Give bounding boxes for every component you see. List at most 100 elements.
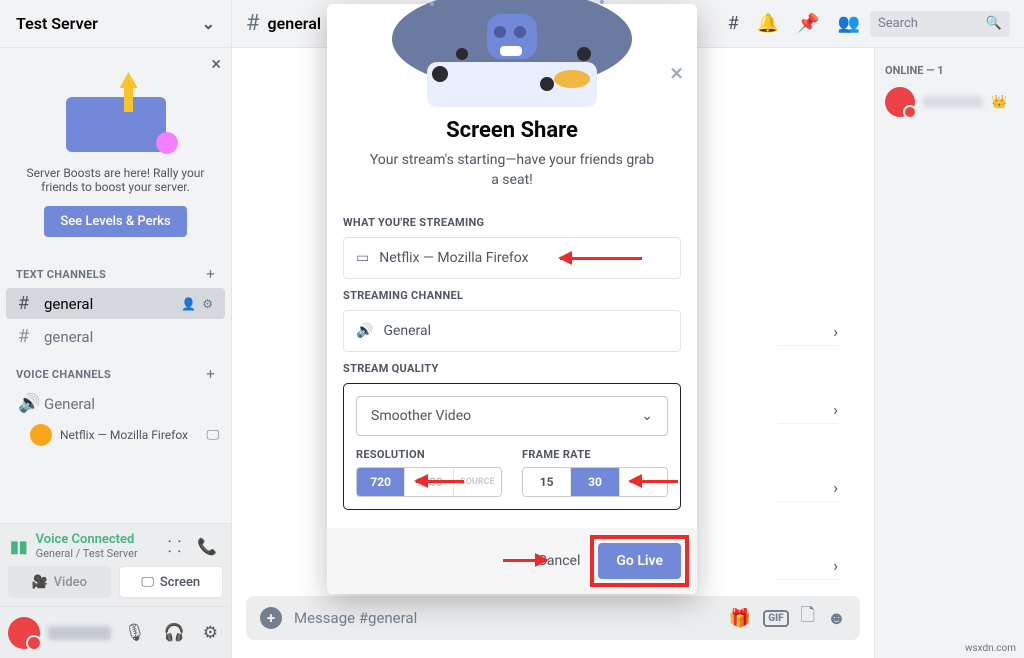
res-source[interactable]: SOURCE	[454, 468, 501, 496]
channel-general-1[interactable]: # general 👤 ⚙	[6, 288, 225, 319]
voice-channels-label: VOICE CHANNELS	[16, 368, 111, 381]
streaming-source-field[interactable]: ▭ Netflix — Mozilla Firefox	[343, 237, 681, 279]
voice-channels-header[interactable]: VOICE CHANNELS +	[0, 353, 231, 387]
search-placeholder: Search	[878, 16, 918, 31]
window-icon: ▭	[356, 250, 369, 266]
screen-share-modal: × Screen Share Your stream's starting—ha…	[327, 4, 697, 594]
chevron-right-icon[interactable]: ›	[833, 322, 838, 341]
screen-share-icon: 🖵	[206, 428, 219, 443]
settings-icon[interactable]: ⚙	[202, 297, 213, 311]
stream-name: Netflix — Mozilla Firefox	[60, 428, 188, 442]
sticker-icon[interactable]: 🗋	[801, 603, 815, 633]
watermark: wsxdn.com	[965, 643, 1016, 654]
fps-30[interactable]: 30	[571, 468, 619, 496]
speaker-icon: 🔊	[356, 323, 373, 339]
members-icon[interactable]: 👥	[838, 13, 860, 34]
modal-subtitle: Your stream's starting—have your friends…	[327, 143, 697, 206]
attach-icon[interactable]: +	[260, 607, 282, 629]
member-name	[923, 96, 983, 108]
gif-icon[interactable]: GIF	[763, 610, 788, 627]
add-voice-icon[interactable]: +	[206, 365, 215, 383]
user-settings-icon[interactable]: ⚙	[198, 623, 223, 643]
cancel-button[interactable]: Cancel	[538, 553, 581, 569]
fps-15[interactable]: 15	[523, 468, 571, 496]
close-icon[interactable]: ×	[211, 54, 221, 75]
avatar	[885, 87, 915, 117]
res-1080[interactable]: 1080	[405, 468, 453, 496]
invite-icon[interactable]: 👤	[181, 297, 196, 311]
quality-preset-select[interactable]: Smoother Video ⌄	[356, 396, 668, 436]
res-720[interactable]: 720	[357, 468, 405, 496]
voice-status-sub: General / Test Server	[36, 547, 156, 560]
framerate-segmented: 15 30 60	[522, 467, 668, 497]
voice-status: ▮▮ Voice Connected General / Test Server…	[0, 524, 231, 566]
streaming-source-value: Netflix — Mozilla Firefox	[379, 250, 528, 266]
search-input[interactable]: Search 🔍	[870, 11, 1010, 37]
resolution-segmented: 720 1080 SOURCE	[356, 467, 502, 497]
emoji-icon[interactable]: ☻	[827, 608, 846, 629]
notifications-icon[interactable]: 🔔	[757, 13, 779, 34]
hash-icon: #	[246, 11, 260, 36]
channel-name: general	[268, 14, 322, 33]
quality-preset-value: Smoother Video	[371, 408, 471, 424]
composer-placeholder: Message #general	[294, 609, 717, 627]
voice-status-label: Voice Connected	[36, 532, 156, 547]
member-item[interactable]: 👑	[885, 87, 1014, 117]
self-username	[48, 626, 111, 640]
add-channel-icon[interactable]: +	[206, 265, 215, 283]
toolbar-icons: # 🔔 📌 👥	[718, 13, 870, 34]
boost-art	[56, 72, 176, 152]
welcome-cards: › › › ›	[758, 318, 858, 580]
online-header: ONLINE — 1	[885, 64, 1014, 77]
chevron-right-icon[interactable]: ›	[833, 556, 838, 575]
streaming-channel-field[interactable]: 🔊 General	[343, 310, 681, 352]
streaming-channel-label: STREAMING CHANNEL	[343, 289, 681, 302]
text-channels-header[interactable]: TEXT CHANNELS +	[0, 253, 231, 287]
user-panel: 🎙 🎧 ⚙	[0, 606, 231, 658]
voice-channel-general[interactable]: 🔊 General	[6, 388, 225, 419]
chevron-right-icon[interactable]: ›	[833, 400, 838, 419]
close-icon[interactable]: ×	[670, 59, 683, 87]
screen-button[interactable]: 🖵 Screen	[119, 566, 224, 598]
gift-icon[interactable]: 🎁	[729, 608, 751, 629]
members-panel: ONLINE — 1 👑	[874, 48, 1024, 658]
crown-icon: 👑	[991, 95, 1007, 110]
stream-quality-label: STREAM QUALITY	[343, 362, 681, 375]
voice-channel-label: General	[44, 395, 95, 413]
message-composer[interactable]: + Message #general 🎁 GIF 🗋 ☻	[246, 596, 860, 640]
streaming-channel-value: General	[383, 323, 431, 339]
what-streaming-label: WHAT YOU'RE STREAMING	[343, 216, 681, 229]
voice-user-stream[interactable]: Netflix — Mozilla Firefox 🖵	[0, 420, 231, 450]
signal-icon: ▮▮	[10, 537, 28, 556]
stream-quality-box: Smoother Video ⌄ RESOLUTION 720 1080 SOU…	[343, 383, 681, 510]
boost-text-1: Server Boosts are here! Rally your	[16, 166, 215, 180]
resolution-label: RESOLUTION	[356, 448, 502, 461]
go-live-button[interactable]: Go Live	[598, 543, 681, 579]
chevron-right-icon[interactable]: ›	[833, 478, 838, 497]
server-name: Test Server	[16, 14, 98, 33]
disconnect-icon[interactable]: 📞	[193, 537, 221, 556]
voice-panel: ▮▮ Voice Connected General / Test Server…	[0, 523, 231, 658]
modal-footer: Cancel Go Live	[327, 528, 697, 594]
sidebar: × Server Boosts are here! Rally your fri…	[0, 48, 232, 658]
framerate-label: FRAME RATE	[522, 448, 668, 461]
threads-icon[interactable]: #	[728, 13, 739, 34]
channel-general-2[interactable]: # general	[6, 321, 225, 352]
boost-text-2: friends to boost your server.	[16, 180, 215, 194]
server-dropdown[interactable]: Test Server ⌄	[0, 0, 232, 48]
mute-icon[interactable]: 🎙	[119, 623, 151, 643]
boost-promo: × Server Boosts are here! Rally your fri…	[0, 48, 231, 253]
search-icon: 🔍	[986, 16, 1002, 31]
video-button[interactable]: 🎥 Video	[8, 566, 111, 598]
camera-icon: 🎥	[31, 575, 47, 590]
chevron-down-icon: ⌄	[641, 408, 653, 424]
noise-icon[interactable]: ⸬	[164, 535, 185, 557]
deafen-icon[interactable]: 🎧	[159, 623, 190, 643]
fps-60[interactable]: 60	[620, 468, 667, 496]
hash-icon: #	[18, 326, 36, 347]
self-avatar[interactable]	[8, 617, 40, 649]
avatar	[30, 424, 52, 446]
channel-label: general	[44, 295, 93, 313]
boost-cta-button[interactable]: See Levels & Perks	[44, 206, 186, 237]
pinned-icon[interactable]: 📌	[797, 13, 819, 34]
